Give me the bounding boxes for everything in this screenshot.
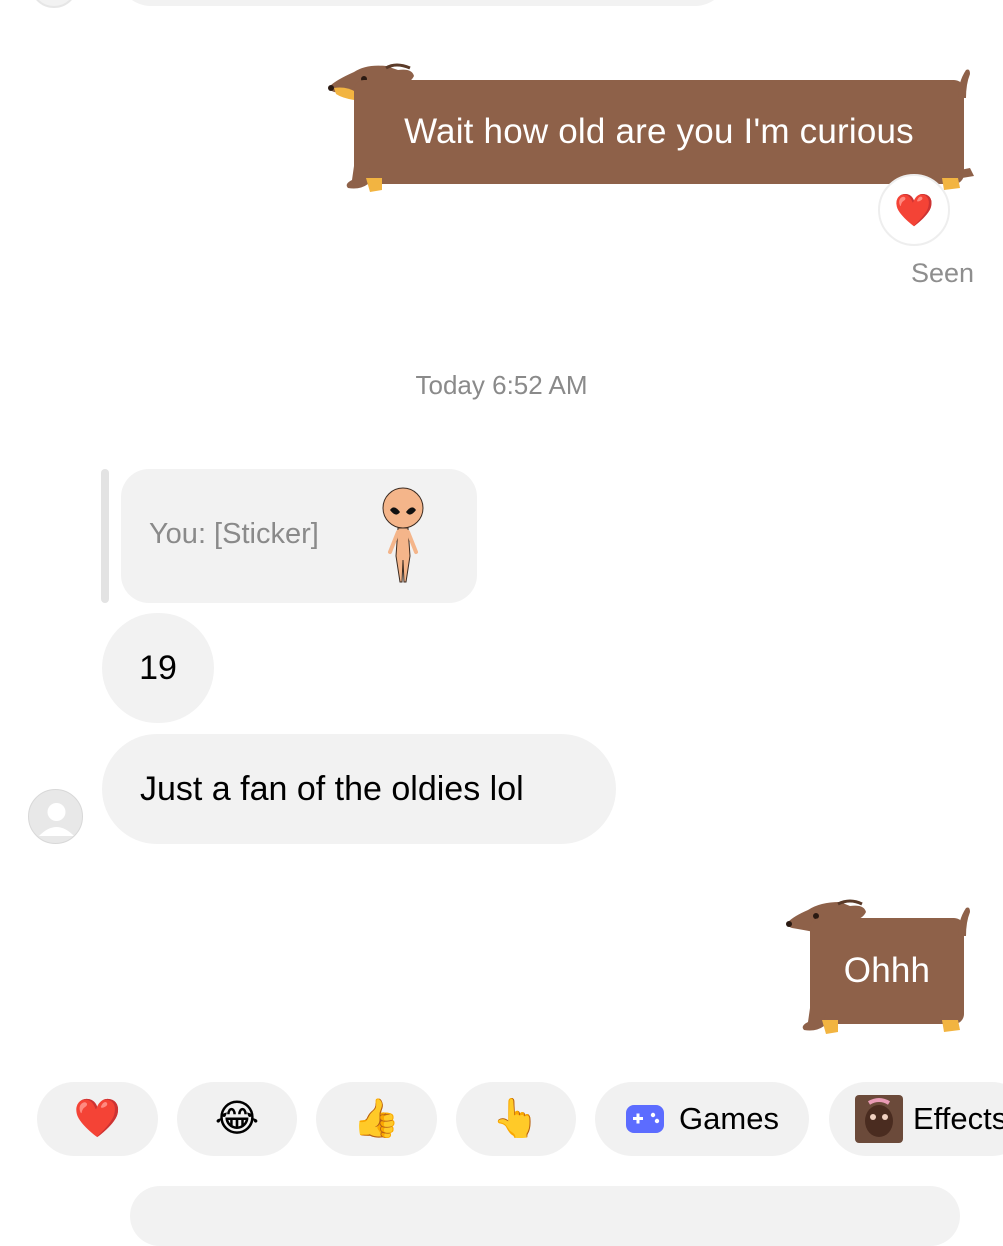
quick-reaction-thumbs-up[interactable]: 👍 (316, 1082, 437, 1156)
quick-reaction-laugh[interactable]: 😂 (177, 1082, 297, 1156)
outgoing-message-1[interactable]: Wait how old are you I'm curious (326, 62, 976, 198)
incoming-message-text: Just a fan of the oldies lol (140, 769, 524, 808)
dachshund-tail-icon (958, 69, 970, 98)
avatar-partial (30, 0, 78, 8)
dachshund-front-leg-icon (940, 1008, 960, 1032)
message-bubble-partial[interactable] (118, 0, 728, 6)
incoming-message-text: 19 (139, 648, 177, 687)
alien-sticker-icon (382, 487, 424, 583)
heart-icon: ❤️ (894, 192, 934, 228)
games-label: Games (679, 1101, 779, 1136)
effects-button[interactable]: Effects (829, 1082, 1003, 1156)
quick-reaction-pointing[interactable]: 👆 (456, 1082, 576, 1156)
heart-icon: ❤️ (73, 1098, 122, 1140)
reply-quote-bar (101, 469, 109, 603)
gamepad-icon (626, 1105, 665, 1133)
incoming-message-2[interactable]: Just a fan of the oldies lol (102, 734, 616, 844)
dachshund-back-leg-icon (346, 166, 382, 192)
seen-indicator: Seen (910, 258, 974, 288)
outgoing-message-text: Wait how old are you I'm curious (404, 112, 914, 151)
message-composer[interactable] (130, 1186, 960, 1246)
dachshund-tail-icon (958, 907, 970, 936)
pointing-hand-icon: 👆 (492, 1098, 540, 1140)
quick-reaction-heart[interactable]: ❤️ (37, 1082, 158, 1156)
default-avatar-icon (39, 803, 74, 836)
reply-quote-text: You: [Sticker] (149, 518, 319, 550)
message-reaction[interactable]: ❤️ (878, 174, 950, 246)
laughing-emoji-icon: 😂 (214, 1098, 260, 1140)
outgoing-message-2[interactable]: Ohhh (784, 898, 976, 1040)
incoming-message-1[interactable]: 19 (102, 613, 214, 723)
outgoing-message-text: Ohhh (843, 951, 931, 990)
timestamp: Today 6:52 AM (415, 370, 588, 400)
dachshund-back-leg-icon (802, 1008, 838, 1034)
games-button[interactable]: Games (595, 1082, 809, 1156)
effects-label: Effects (913, 1101, 1003, 1136)
sender-avatar[interactable] (28, 789, 83, 844)
effects-thumbnail (855, 1095, 903, 1143)
thumbs-up-icon: 👍 (352, 1098, 401, 1140)
outgoing-message-bubble: Wait how old are you I'm curious (354, 80, 964, 184)
